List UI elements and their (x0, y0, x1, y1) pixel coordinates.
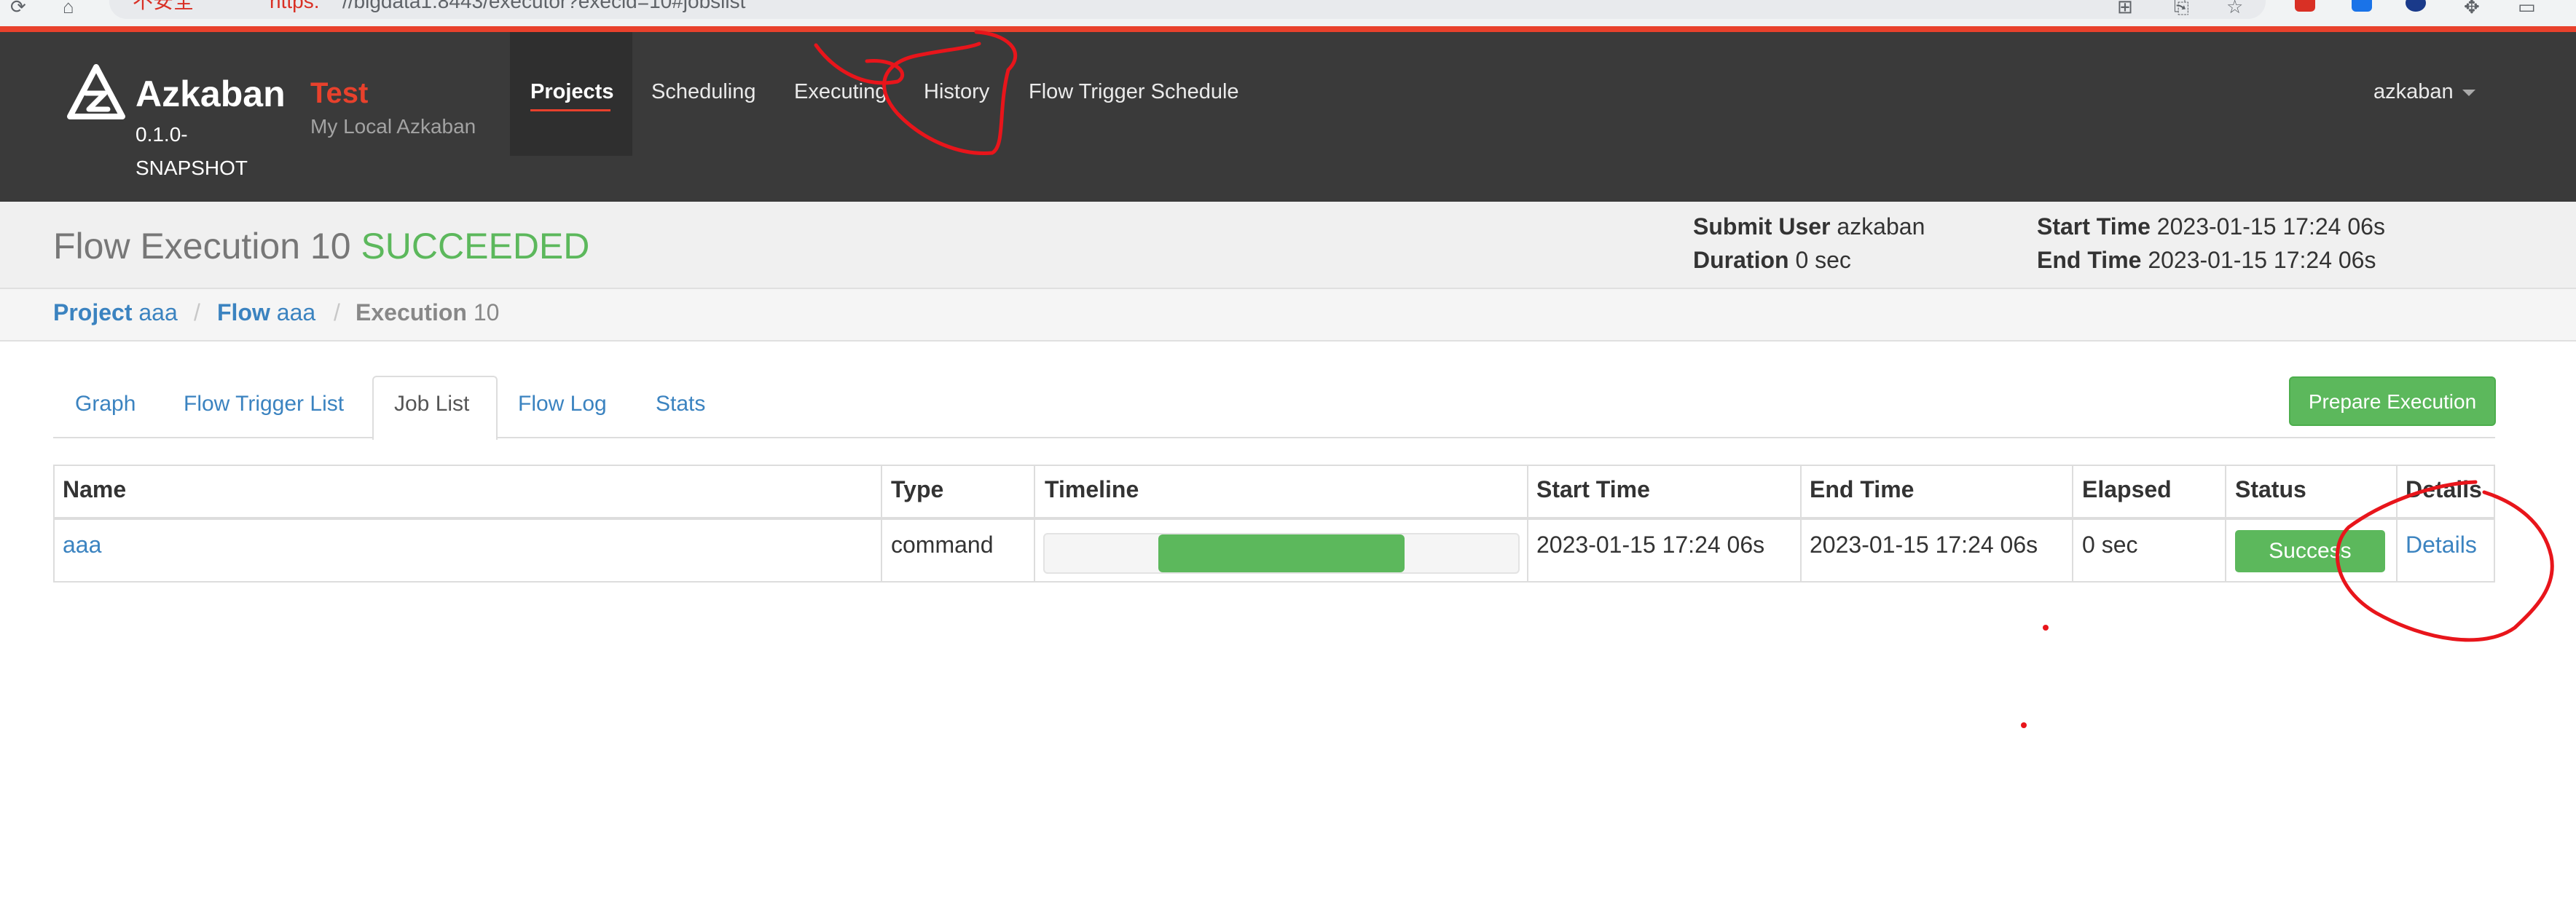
duration-info: Duration 0 sec (1693, 247, 1851, 274)
submit-user-label: Submit User (1693, 213, 1831, 240)
execution-title: Flow Execution 10 SUCCEEDED (53, 225, 589, 267)
column-divider (2396, 465, 2398, 583)
column-divider (881, 465, 882, 583)
prepare-execution-button[interactable]: Prepare Execution (2289, 376, 2496, 426)
column-divider (1800, 465, 1802, 583)
job-end-time: 2023-01-15 17:24 06s (1810, 532, 2038, 558)
breadcrumb-separator: / (194, 299, 200, 325)
tab-job-list[interactable]: Job List (394, 392, 469, 416)
annotation-dot (2021, 722, 2027, 728)
submit-user-info: Submit User azkaban (1693, 213, 1925, 240)
start-time-label: Start Time (2037, 213, 2151, 240)
azkaban-logo-icon (67, 64, 125, 119)
nav-executing[interactable]: Executing (794, 80, 887, 104)
column-header-timeline[interactable]: Timeline (1045, 476, 1139, 503)
nav-active-underline (530, 109, 610, 111)
tab-flow-log[interactable]: Flow Log (518, 392, 607, 416)
user-menu[interactable]: azkaban (2373, 80, 2475, 104)
annotation-dot (2043, 625, 2049, 631)
column-header-name[interactable]: Name (63, 476, 126, 503)
tab-graph[interactable]: Graph (75, 392, 136, 416)
job-start-time: 2023-01-15 17:24 06s (1536, 532, 1765, 558)
share-icon[interactable]: ⎘ (2174, 0, 2189, 19)
job-elapsed: 0 sec (2082, 532, 2138, 558)
breadcrumb-execution-value: 10 (473, 299, 500, 325)
timeline-track (1043, 533, 1520, 574)
breadcrumb-project-key: Project (53, 299, 133, 325)
url-scheme: https: (270, 0, 320, 12)
user-name: azkaban (2373, 80, 2454, 103)
brand-name[interactable]: Azkaban (136, 73, 286, 115)
nav-scheduling[interactable]: Scheduling (651, 80, 756, 104)
job-type: command (891, 532, 994, 558)
profile-icon[interactable] (2406, 0, 2426, 12)
breadcrumb-flow[interactable]: Flow aaa (217, 299, 315, 326)
caret-down-icon (2462, 89, 2475, 96)
tab-stats[interactable]: Stats (656, 392, 705, 416)
column-divider (2225, 465, 2226, 583)
breadcrumb-separator: / (334, 299, 340, 325)
column-header-end-time[interactable]: End Time (1810, 476, 1914, 503)
end-time-label: End Time (2037, 247, 2142, 273)
breadcrumb-flow-value: aaa (276, 299, 316, 325)
environment-description: My Local Azkaban (310, 115, 476, 138)
column-divider (1034, 465, 1035, 583)
column-divider (1527, 465, 1528, 583)
breadcrumb-flow-key: Flow (217, 299, 270, 325)
duration-label: Duration (1693, 247, 1789, 273)
column-header-start-time[interactable]: Start Time (1536, 476, 1650, 503)
breadcrumb: Project aaa / Flow aaa / Execution 10 (0, 289, 2576, 341)
job-status-badge[interactable]: Success (2235, 530, 2385, 572)
extension-icon[interactable] (2295, 0, 2315, 12)
bookmark-star-icon[interactable]: ☆ (2226, 0, 2243, 18)
breadcrumb-project-value: aaa (138, 299, 178, 325)
url-path: //bigdata1:8443/executor?execid=10#jobsl… (342, 0, 746, 12)
job-name-link[interactable]: aaa (63, 532, 101, 558)
top-navbar: Azkaban 0.1.0-SNAPSHOT Test My Local Azk… (0, 32, 2576, 202)
address-bar[interactable]: 不安全 https: //bigdata1:8443/executor?exec… (109, 0, 2266, 19)
breadcrumb-execution: Execution 10 (356, 299, 499, 326)
puzzle-icon[interactable]: ✥ (2464, 0, 2480, 18)
nav-projects[interactable]: Projects (530, 80, 613, 104)
tab-flow-trigger-list[interactable]: Flow Trigger List (184, 392, 344, 416)
execution-status: SUCCEEDED (361, 226, 590, 266)
home-icon[interactable]: ⌂ (63, 0, 74, 18)
column-header-elapsed[interactable]: Elapsed (2082, 476, 2172, 503)
job-details-link[interactable]: Details (2406, 532, 2477, 558)
start-time-value: 2023-01-15 17:24 06s (2156, 213, 2385, 240)
submit-user-value: azkaban (1837, 213, 1925, 240)
not-secure-label: 不安全 (133, 0, 195, 12)
brand-version: 0.1.0-SNAPSHOT (136, 123, 248, 179)
column-header-type[interactable]: Type (891, 476, 943, 503)
column-header-details[interactable]: Details (2406, 476, 2482, 503)
environment-name: Test (310, 77, 369, 109)
execution-header: Flow Execution 10 SUCCEEDED Submit User … (0, 202, 2576, 289)
execution-title-text: Flow Execution 10 (53, 226, 351, 266)
column-divider (2072, 465, 2073, 583)
breadcrumb-execution-key: Execution (356, 299, 467, 325)
translate-icon[interactable]: ⊞ (2117, 0, 2133, 18)
column-header-status[interactable]: Status (2235, 476, 2306, 503)
timeline-bar (1158, 534, 1405, 572)
accent-strip (0, 26, 2576, 32)
window-icon[interactable]: ▭ (2518, 0, 2536, 18)
nav-history[interactable]: History (924, 80, 989, 104)
table-header-divider (53, 517, 2495, 520)
browser-toolbar: 不安全 https: //bigdata1:8443/executor?exec… (0, 0, 2576, 26)
breadcrumb-project[interactable]: Project aaa (53, 299, 178, 326)
start-time-info: Start Time 2023-01-15 17:24 06s (2037, 213, 2385, 240)
reload-icon[interactable]: ⟳ (10, 0, 26, 18)
duration-value: 0 sec (1795, 247, 1851, 273)
end-time-value: 2023-01-15 17:24 06s (2148, 247, 2376, 273)
nav-flow-trigger-schedule[interactable]: Flow Trigger Schedule (1029, 80, 1239, 104)
extension-icon-2[interactable] (2352, 0, 2372, 12)
end-time-info: End Time 2023-01-15 17:24 06s (2037, 247, 2376, 274)
